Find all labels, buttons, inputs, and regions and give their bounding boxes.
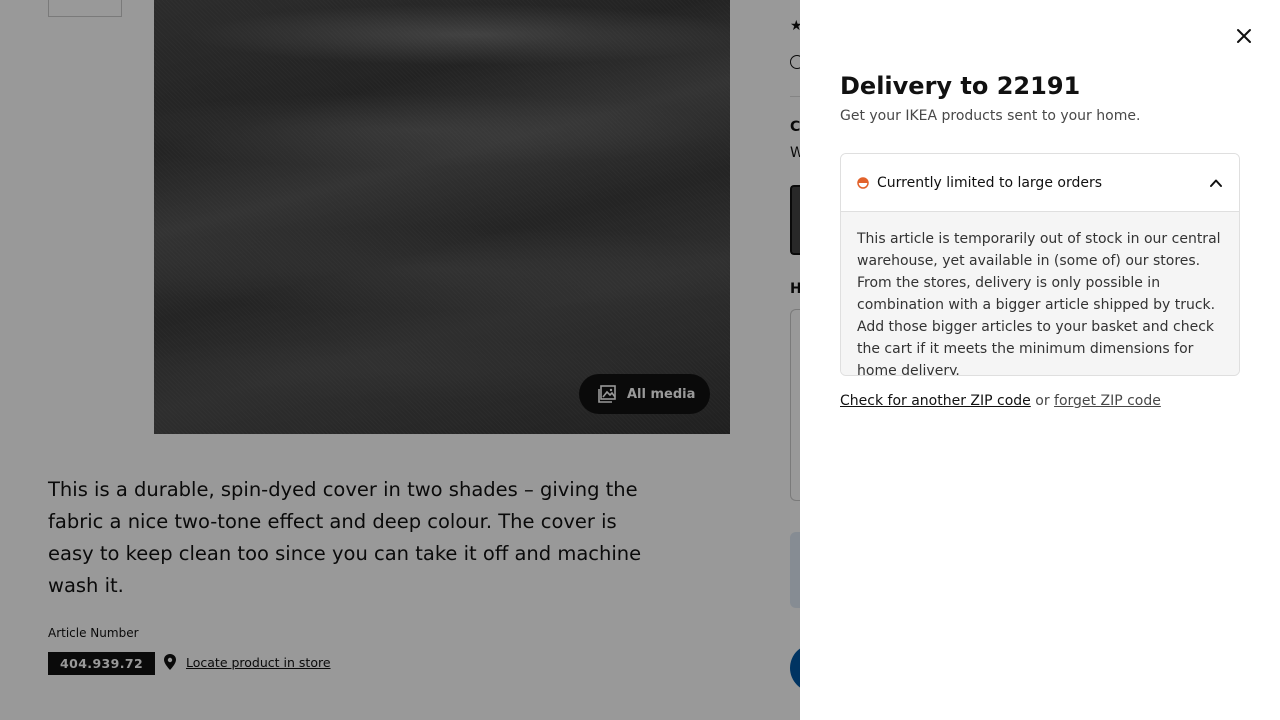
close-button[interactable]: [1228, 20, 1260, 52]
chevron-up-icon: [1210, 179, 1222, 187]
delivery-drawer: Delivery to 22191 Get your IKEA products…: [800, 0, 1280, 720]
zip-connector: or: [1035, 393, 1050, 409]
drawer-subtitle: Get your IKEA products sent to your home…: [840, 108, 1141, 124]
accordion-header[interactable]: Currently limited to large orders: [841, 154, 1239, 212]
delivery-status-accordion: Currently limited to large orders This a…: [840, 153, 1240, 376]
status-details: This article is temporarily out of stock…: [841, 212, 1239, 375]
half-circle-status-icon: [857, 176, 869, 189]
check-another-zip-link[interactable]: Check for another ZIP code: [840, 393, 1031, 409]
close-icon: [1237, 29, 1251, 43]
drawer-title: Delivery to 22191: [840, 72, 1081, 100]
zip-actions: Check for another ZIP code or forget ZIP…: [840, 393, 1161, 409]
status-label: Currently limited to large orders: [877, 174, 1103, 191]
forget-zip-link[interactable]: forget ZIP code: [1054, 393, 1161, 409]
